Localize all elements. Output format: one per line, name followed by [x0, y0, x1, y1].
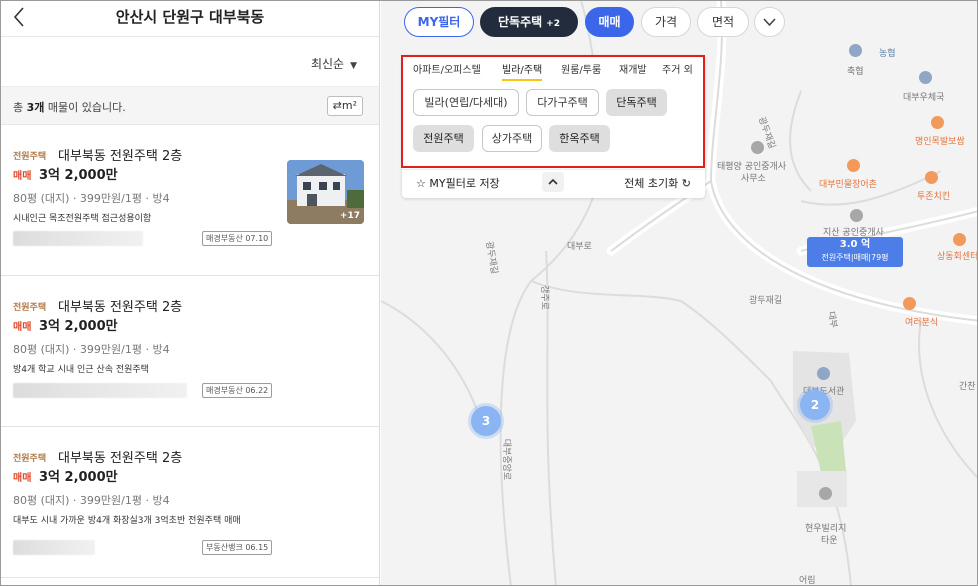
app-frame: 안산시 단원구 대부북동 최신순 ▼ 총 3개 매물이 있습니다. ⇄m² 전원주… [0, 0, 978, 586]
reset-label: 전체 초기화 [624, 177, 679, 190]
listing-deal: 매매 [13, 473, 32, 484]
agent-badge: 부동산뱅크 06.15 [202, 540, 273, 555]
restaurant-icon [847, 159, 860, 172]
map-label: 투존치킨 [917, 192, 951, 202]
map-label: 농협 [879, 49, 896, 59]
photo-count: +17 [339, 211, 360, 221]
building-icon [819, 487, 832, 500]
listing-price: 3억 2,000만 [39, 168, 118, 183]
listing-desc: 시내인근 목조전원주택 접근성용이함 [13, 214, 152, 224]
listing-spec: 80평 (대지) · 399만원/1평 · 방4 [13, 343, 170, 356]
collapse-button[interactable] [542, 172, 564, 192]
result-count-bar: 총 3개 매물이 있습니다. ⇄m² [1, 87, 379, 125]
library-icon [817, 367, 830, 380]
sort-row: 최신순 ▼ [1, 37, 379, 87]
chevron-down-icon [763, 18, 776, 27]
star-icon: ☆ [416, 177, 426, 190]
list-item[interactable]: 전원주택 대부북동 전원주택 2층 매매 3억 2,000만 80평 (대지) … [1, 276, 379, 427]
restaurant-icon [925, 171, 938, 184]
restaurant-icon [931, 116, 944, 129]
map-label: 상동회센터 [937, 252, 978, 262]
listing-desc: 대부도 시내 가까운 방4개 화장실3개 3억초반 전원주택 매매 [13, 516, 241, 526]
road-label: 대부중앙로 [501, 438, 512, 481]
office-icon [751, 141, 764, 154]
map-label: 대부민물장어촌 [819, 180, 877, 190]
panel-header: 안산시 단원구 대부북동 [1, 1, 379, 37]
listing-desc: 방4개 학교 시내 인근 산속 전원주택 [13, 365, 149, 375]
result-count-number: 3개 [26, 101, 45, 114]
price-chip[interactable]: 가격 [641, 7, 691, 37]
agent-badge: 매경부동산 06.22 [202, 383, 273, 398]
listing-type: 전원주택 [13, 303, 47, 313]
divider [402, 169, 705, 170]
blurred-contact [13, 231, 143, 246]
price-marker[interactable]: 3.0 억 전원주택|매매|79평 [807, 237, 903, 267]
unit-toggle-button[interactable]: ⇄m² [326, 96, 363, 116]
property-type-label: 단독주택 [498, 15, 543, 29]
sort-label: 최신순 [310, 57, 345, 71]
listing-deal: 매매 [13, 171, 32, 182]
office-icon [850, 209, 863, 222]
listing-price: 3억 2,000만 [39, 470, 118, 485]
result-count-suffix: 매물이 있습니다. [44, 101, 126, 114]
road-label: 갱주로 [538, 285, 549, 310]
list-item[interactable]: 전원주택 대부북동 전원주택 2층 매매 3억 2,000만 80평 (대지) … [1, 427, 379, 578]
map-label: 여러분식 [905, 318, 939, 328]
listing-type: 전원주택 [13, 454, 47, 464]
restaurant-icon [953, 233, 966, 246]
save-filter-label: MY필터로 저장 [429, 177, 500, 190]
price-marker-value: 3.0 억 [839, 239, 871, 250]
price-marker-label: 전원주택|매매|79평 [821, 253, 889, 262]
reset-all-button[interactable]: 전체 초기화 ↻ [624, 175, 691, 191]
listing-photo[interactable]: +17 [287, 160, 364, 224]
map-label: 명인목발보쌈 [915, 137, 965, 147]
agent-badge: 매경부동산 07.10 [202, 231, 273, 246]
map-cluster-marker[interactable]: 3 [471, 406, 501, 436]
road-label: 대부로 [567, 242, 592, 252]
listing-panel: 안산시 단원구 대부북동 최신순 ▼ 총 3개 매물이 있습니다. ⇄m² 전원주… [1, 1, 380, 585]
listing-deal: 매매 [13, 322, 32, 333]
post-office-icon [919, 71, 932, 84]
bank-icon [849, 44, 862, 57]
list-item[interactable]: 전원주택 대부북동 전원주택 2층 매매 3억 2,000만 80평 (대지) … [1, 125, 379, 276]
map-view[interactable]: 농협 축협 대부우체국 명인목발보쌈 태평양 공인중개사 사무소 대부민물장어촌… [381, 1, 978, 586]
map-label: 타운 [821, 536, 838, 546]
my-filter-chip[interactable]: MY필터 [404, 7, 474, 37]
page-title: 안산시 단원구 대부북동 [115, 8, 265, 26]
listing-price: 3억 2,000만 [39, 319, 118, 334]
property-type-chip[interactable]: 단독주택 +2 [480, 7, 578, 37]
chevron-up-icon [548, 178, 558, 185]
listing-type: 전원주택 [13, 152, 47, 162]
road-label: 대부 [825, 310, 839, 329]
deal-type-chip[interactable]: 매매 [585, 7, 634, 37]
area-chip[interactable]: 면적 [697, 7, 749, 37]
refresh-icon: ↻ [681, 177, 691, 190]
save-filter-button[interactable]: ☆ MY필터로 저장 [416, 175, 500, 191]
map-label: 사무소 [741, 174, 766, 184]
restaurant-icon [903, 297, 916, 310]
unit-label: m² [341, 99, 357, 112]
listing-name: 대부북동 전원주택 2층 [58, 451, 183, 466]
map-cluster-marker[interactable]: 2 [800, 390, 830, 420]
map-label: 간찬 [959, 382, 976, 392]
caret-down-icon: ▼ [350, 61, 357, 71]
swap-icon: ⇄ [332, 99, 342, 112]
blurred-contact [13, 540, 95, 555]
highlight-box [401, 55, 705, 168]
listing-spec: 80평 (대지) · 399만원/1평 · 방4 [13, 494, 170, 507]
listing-spec: 80평 (대지) · 399만원/1평 · 방4 [13, 192, 170, 205]
sort-dropdown[interactable]: 최신순 ▼ [311, 55, 357, 72]
property-type-extra: +2 [546, 19, 560, 29]
map-label: 축협 [847, 67, 864, 77]
listing-name: 대부북동 전원주택 2층 [58, 149, 183, 164]
listing-name: 대부북동 전원주택 2층 [58, 300, 183, 315]
map-label: 대부우체국 [903, 93, 945, 103]
road-label: 광두재길 [749, 296, 783, 306]
more-filters-button[interactable] [754, 7, 785, 37]
blurred-contact [13, 383, 187, 398]
road-label: 어림 [799, 576, 816, 586]
result-count: 총 3개 매물이 있습니다. [13, 99, 126, 115]
result-count-prefix: 총 [13, 101, 27, 114]
